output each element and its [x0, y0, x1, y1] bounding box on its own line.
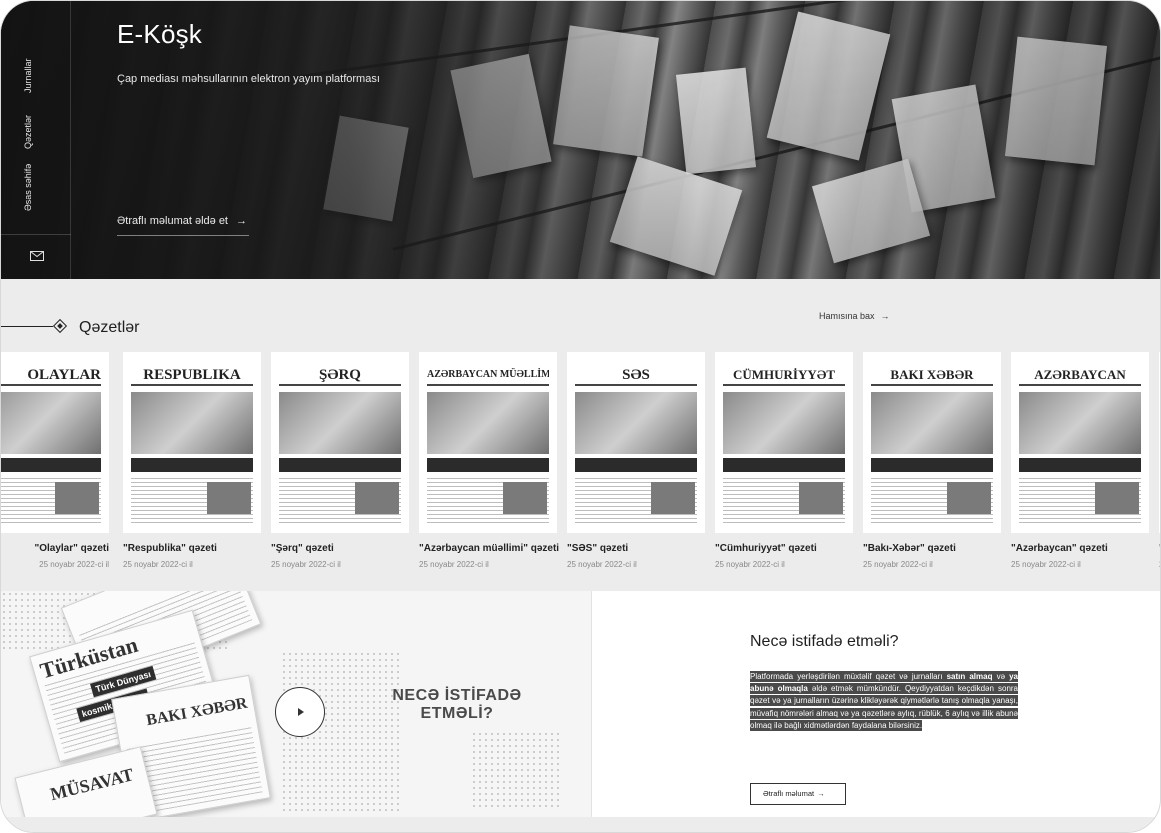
play-video-button[interactable]: [275, 687, 325, 737]
nav-journals[interactable]: Jurnallar: [23, 58, 33, 93]
newspaper-card[interactable]: BAKI XƏBƏR "Bakı-Xəbər" qəzeti 25 noyabr…: [863, 352, 1001, 569]
hero-more-link[interactable]: Ətraflı məlumat əldə et →: [117, 215, 249, 236]
section-title: Qəzetlər: [79, 319, 140, 336]
diamond-icon: [52, 318, 68, 334]
arrow-right-icon: →: [880, 311, 890, 321]
newspaper-card[interactable]: SƏS "SƏS" qəzeti 25 noyabr 2022-ci il: [567, 352, 705, 569]
newspaper-card[interactable]: AZƏRBAYCAN MÜƏLLİMİ "Azərbaycan müəllimi…: [419, 352, 560, 569]
newspapers-section: Qəzetlər Hamısına bax → OLAYLAR "Olaylar"…: [1, 279, 1160, 591]
cover-masthead: SƏS: [575, 364, 697, 386]
newspaper-cover: CÜMHURİYYƏT: [715, 352, 853, 533]
newspaper-date: 25 noyabr 2022-ci il: [715, 560, 785, 569]
hero-more-label: Ətraflı məlumat əldə et: [117, 215, 228, 227]
more-info-button[interactable]: Ətraflı məlumat →: [750, 783, 846, 805]
collage-masthead: MÜSAVAT: [48, 764, 136, 805]
site-subtitle: Çap mediası məhsullarının elektron yayım…: [117, 73, 380, 85]
play-icon: [298, 708, 304, 716]
newspaper-name: "Bakı-Xəbər" qəzeti: [863, 543, 956, 554]
newspaper-card[interactable]: AZƏRBAYCAN "Azərbaycan" qəzeti 25 noyabr…: [1011, 352, 1149, 569]
newspaper-name: "Olaylar" qəzeti: [34, 543, 109, 554]
cover-masthead: AZƏRBAYCAN MÜƏLLİMİ: [427, 364, 549, 386]
howto-illustration: Türküstan Türk Dünyası kosmik sahədə BAK…: [1, 591, 591, 817]
newspaper-cover: AZƏRBAYCAN: [1011, 352, 1149, 533]
newspaper-name: "Şərq" qəzeti: [271, 543, 334, 554]
newspaper-name: "SƏS" qəzeti: [567, 543, 629, 554]
howto-text: Platformada yerləşdirilən müxtəlif qəzet…: [750, 672, 947, 681]
cover-masthead: BAKI XƏBƏR: [871, 364, 993, 386]
howto-headline: NECƏ İSTİFADƏ ETMƏLİ?: [371, 687, 543, 723]
newspaper-card[interactable]: OLAYLAR "Olaylar" qəzeti 25 noyabr 2022-…: [1, 352, 109, 569]
side-navigation: Jurnallar Qəzetlər Əsas səhifə: [1, 1, 71, 279]
newspaper-name: "Cümhuriyyət" qəzeti: [715, 543, 817, 554]
howto-info: Necə istifadə etməli? Platformada yerləş…: [591, 591, 1160, 817]
newspaper-cover: AZƏRBAYCAN MÜƏLLİMİ: [419, 352, 557, 533]
newspaper-date: 25 noyabr 2022-ci il: [271, 560, 341, 569]
cover-masthead: AZƏRBAYCAN: [1019, 364, 1141, 386]
collage-newspaper: MÜSAVAT: [14, 746, 158, 817]
collage-masthead: BAKI XƏBƏR: [145, 694, 249, 730]
newspaper-cover: OLAYLAR: [1, 352, 109, 533]
newspaper-date: 25 noyabr 2022-ci il: [1011, 560, 1081, 569]
footer-strip: [1, 817, 1160, 832]
side-divider: [1, 234, 71, 235]
more-info-label: Ətraflı məlumat: [763, 789, 815, 798]
arrow-right-icon: →: [236, 215, 247, 227]
howto-text: və: [992, 672, 1010, 681]
howto-text-bold: satın almaq: [946, 672, 993, 681]
nav-home[interactable]: Əsas səhifə: [23, 164, 33, 211]
newspaper-cover: RESPUBLIKA: [123, 352, 261, 533]
see-all-label: Hamısına bax: [819, 311, 875, 321]
newspaper-date: 25 noyabr 2022-ci il: [863, 560, 933, 569]
newspaper-card[interactable]: CÜMHURİYYƏT "Cümhuriyyət" qəzeti 25 noya…: [715, 352, 853, 569]
newspaper-cover: SƏS: [567, 352, 705, 533]
newspaper-date: 25 noyabr 2022-ci il: [419, 560, 489, 569]
newspaper-date: 25 noyabr 2022-ci il: [39, 560, 109, 569]
see-all-link[interactable]: Hamısına bax →: [819, 311, 890, 321]
howto-headline-line2: ETMƏLİ?: [420, 705, 494, 722]
nav-newspapers[interactable]: Qəzetlər: [23, 115, 33, 149]
newspaper-card[interactable]: ŞƏRQ "Şərq" qəzeti 25 noyabr 2022-ci il: [271, 352, 409, 569]
newspaper-name: "Azərbaycan" qəzeti: [1011, 543, 1108, 554]
newspaper-date: 25 noyabr 2022-ci il: [123, 560, 193, 569]
cover-masthead: CÜMHURİYYƏT: [723, 364, 845, 386]
newspaper-cover: BAKI XƏBƏR: [863, 352, 1001, 533]
newspaper-date: 25 noyabr 2022-ci il: [567, 560, 637, 569]
mail-icon[interactable]: [30, 251, 44, 261]
site-title: E-Köşk: [117, 19, 203, 49]
howto-headline-line1: NECƏ İSTİFADƏ: [392, 687, 522, 704]
newspaper-name: "Azərbaycan müəllimi" qəzeti: [419, 543, 560, 554]
newspaper-cover: ŞƏRQ: [271, 352, 409, 533]
cover-masthead: ŞƏRQ: [279, 364, 401, 386]
howto-title: Necə istifadə etməli?: [750, 633, 899, 650]
hero-banner: Jurnallar Qəzetlər Əsas səhifə E-Köşk Ça…: [1, 1, 1160, 279]
newspaper-card[interactable]: RESPUBLIKA "Respublika" qəzeti 25 noyabr…: [123, 352, 261, 569]
arrow-right-icon: →: [817, 789, 825, 798]
howto-section: Türküstan Türk Dünyası kosmik sahədə BAK…: [1, 591, 1160, 817]
cover-masthead: OLAYLAR: [1, 364, 101, 386]
page: Jurnallar Qəzetlər Əsas səhifə E-Köşk Ça…: [0, 0, 1161, 833]
section-line: [1, 326, 53, 327]
cover-masthead: RESPUBLIKA: [131, 364, 253, 386]
howto-description: Platformada yerləşdirilən müxtəlif qəzet…: [750, 671, 1019, 732]
newspaper-name: "Respublika" qəzeti: [123, 543, 217, 554]
